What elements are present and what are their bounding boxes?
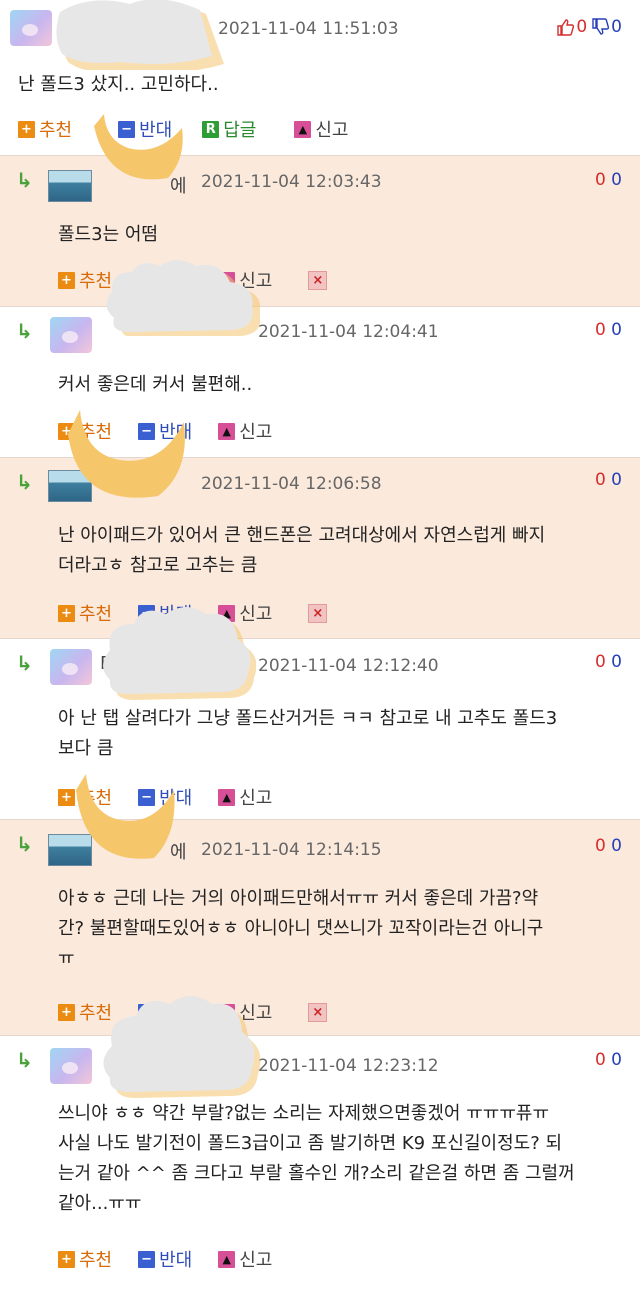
comment-votes: 0 0: [595, 320, 622, 340]
up-count: 0: [594, 470, 606, 490]
reply-label: 답글: [223, 120, 257, 141]
report-label: 신고: [239, 1250, 273, 1271]
cloud-sticker: [106, 260, 260, 336]
plus-icon: +: [58, 271, 75, 289]
recommend-label: 추천: [39, 120, 73, 141]
up-count: 0: [594, 1050, 606, 1070]
comment-timestamp: 2021-11-04 12:04:41: [258, 322, 439, 342]
comment-text: 폴드3는 어떰: [58, 224, 158, 245]
recommend-button[interactable]: + 추천: [18, 116, 72, 142]
down-count: 0: [611, 652, 622, 672]
siren-icon: ▲: [294, 120, 312, 138]
avatar[interactable]: [50, 649, 92, 685]
up-count: 0: [594, 836, 606, 856]
thumbs-down-icon[interactable]: [591, 18, 610, 36]
comment-votes: 0 0: [595, 470, 622, 490]
report-button[interactable]: ▲신고: [218, 418, 272, 444]
post-actions: + 추천 − 반대 R 답글 ▲ 신고: [18, 116, 367, 142]
comment-actions: + 추천 − 반대 ▲ 신고: [58, 1246, 290, 1272]
reply-button[interactable]: R 답글: [202, 116, 256, 142]
avatar[interactable]: [10, 10, 52, 46]
cloud-sticker: [56, 0, 224, 70]
comment-timestamp: 2021-11-04 12:14:15: [201, 840, 382, 860]
thumbs-up-icon[interactable]: [556, 18, 575, 36]
comment-text: 쓰니야 ㅎㅎ 약간 부랄?없는 소리는 자제했으면좋겠어 ㅠㅠㅠ퓨ㅠ 사실 나도…: [58, 1103, 575, 1214]
post-votes: 0 0: [556, 17, 622, 37]
up-count: 0: [594, 170, 606, 190]
delete-icon[interactable]: ×: [308, 1002, 328, 1022]
moon-sticker: [76, 774, 175, 859]
comment-timestamp: 2021-11-04 12:03:43: [201, 172, 382, 192]
report-button[interactable]: ▲신고: [294, 116, 349, 142]
moon-sticker: [68, 410, 185, 498]
plus-icon: +: [58, 1003, 75, 1021]
cloud-sticker: [103, 607, 256, 700]
recommend-label: 추천: [79, 1250, 113, 1271]
reply-arrow-icon: ↳: [16, 832, 33, 856]
down-count: 0: [611, 170, 622, 190]
siren-icon: ▲: [218, 422, 236, 440]
delete-icon[interactable]: ×: [308, 603, 328, 623]
report-label: 신고: [239, 788, 273, 809]
minus-icon: −: [138, 1250, 156, 1268]
comment-text: 아ㅎㅎ 근데 나는 거의 아이패드만해서ㅠㅠ 커서 좋은데 가끔?약 간? 불편…: [58, 888, 544, 969]
plus-icon: +: [18, 120, 35, 138]
post-timestamp: 2021-11-04 11:51:03: [218, 19, 399, 39]
comment-timestamp: 2021-11-04 12:12:40: [258, 656, 439, 676]
siren-icon: ▲: [218, 1250, 236, 1268]
comment-votes: 0 0: [595, 170, 622, 190]
up-count: 0: [594, 652, 606, 672]
comment-votes: 0 0: [595, 652, 622, 672]
delete-icon[interactable]: ×: [308, 270, 328, 290]
down-count: 0: [611, 1050, 622, 1070]
up-count: 0: [594, 320, 606, 340]
comment-votes: 0 0: [595, 836, 622, 856]
reply-arrow-icon: ↳: [16, 1048, 33, 1072]
comment-text: 난 아이패드가 있어서 큰 핸드폰은 고려대상에서 자연스럽게 빠지 더라고ㅎ …: [58, 525, 546, 576]
comment-text: 커서 좋은데 커서 불편해..: [58, 374, 253, 395]
post-text: 난 폴드3 샀지.. 고민하다..: [18, 74, 219, 95]
down-count: 0: [611, 836, 622, 856]
down-count: 0: [611, 17, 622, 37]
comment-timestamp: 2021-11-04 12:06:58: [201, 474, 382, 494]
reply-icon: R: [202, 120, 220, 138]
reply-arrow-icon: ↳: [16, 168, 33, 192]
reply-arrow-icon: ↳: [16, 651, 33, 675]
report-button[interactable]: ▲신고: [218, 784, 272, 810]
reply-arrow-icon: ↳: [16, 319, 33, 343]
cloud-sticker: [103, 996, 261, 1098]
avatar[interactable]: [50, 317, 92, 353]
plus-icon: +: [58, 1250, 75, 1268]
up-count: 0: [576, 17, 588, 37]
oppose-label: 반대: [159, 1250, 193, 1271]
comment-timestamp: 2021-11-04 12:23:12: [258, 1056, 439, 1076]
report-button[interactable]: ▲신고: [218, 1246, 272, 1272]
avatar[interactable]: [50, 1048, 92, 1084]
report-label: 신고: [315, 120, 349, 141]
avatar[interactable]: [48, 170, 92, 202]
siren-icon: ▲: [218, 788, 236, 806]
report-label: 신고: [239, 422, 273, 443]
down-count: 0: [611, 320, 622, 340]
comment-text: 아 난 탭 살려다가 그냥 폴드산거거든 ㅋㅋ 참고로 내 고추도 폴드3 보다…: [58, 708, 558, 759]
reply-arrow-icon: ↳: [16, 470, 33, 494]
comment-votes: 0 0: [595, 1050, 622, 1070]
oppose-button[interactable]: −반대: [138, 1246, 192, 1272]
plus-icon: +: [58, 604, 75, 622]
recommend-button[interactable]: + 추천: [58, 1246, 112, 1272]
down-count: 0: [611, 470, 622, 490]
moon-sticker: [94, 114, 183, 180]
